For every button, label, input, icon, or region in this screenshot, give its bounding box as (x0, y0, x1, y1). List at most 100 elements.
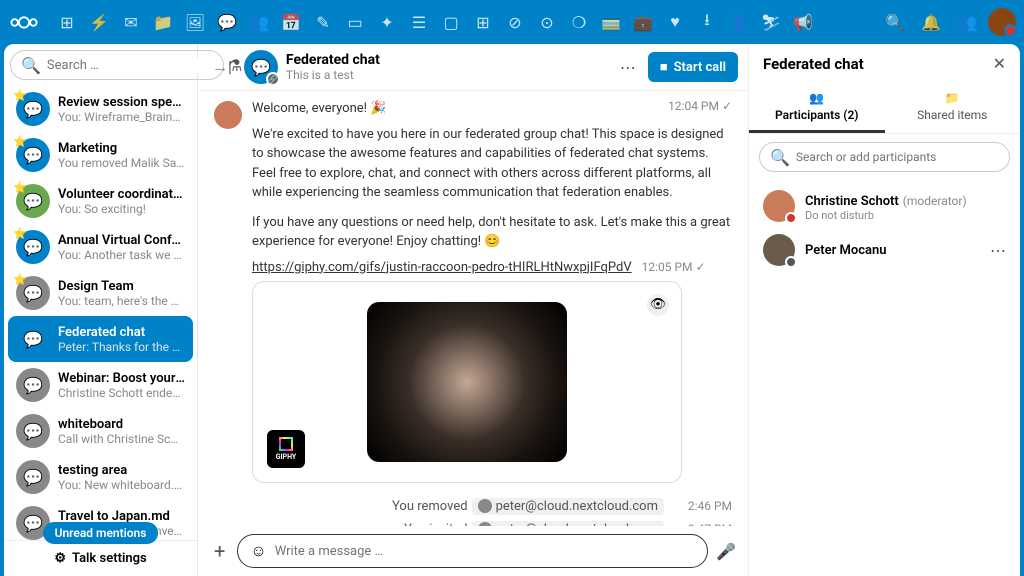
app-files-icon[interactable]: 📁 (148, 7, 178, 37)
message-time: 12:05 PM ✓ (642, 260, 706, 274)
tab-participants[interactable]: 👥 Participants (2) (749, 83, 885, 133)
gif-preview-card[interactable]: 👁 GIPHY (252, 281, 682, 483)
conversation-preview: You: Another task we should th… (58, 248, 185, 262)
message-time: 2:46 PM (672, 499, 732, 513)
conversation-avatar: 💬 (16, 368, 50, 402)
app-megaphone-icon[interactable]: 📢 (788, 7, 818, 37)
sidebar: 🔍 ⚗ 💬 ⭐💬Review session speechYou: Wirefr… (4, 44, 198, 576)
topbar: ⊞ ⚡ ✉ 📁 🖼 💬 👥 📅 ✎ ▭ ✦ ☰ ▢ ⊞ ⊘ ⊙ ❍ 🚃 💼 ♥ … (0, 0, 1024, 44)
talk-settings-button[interactable]: ⚙ Talk settings (4, 540, 197, 576)
emoji-icon[interactable]: ☺ (250, 541, 266, 561)
conversation-avatar: 💬 (16, 414, 50, 448)
chat-avatar: 💬🔗 (244, 50, 278, 84)
conversation-item[interactable]: ⭐💬MarketingYou removed Malik Santiago (8, 132, 193, 178)
app-dashboard-icon[interactable]: ⊞ (52, 7, 82, 37)
conversation-avatar: 💬 (16, 460, 50, 494)
app-deck-icon[interactable]: ▭ (340, 7, 370, 37)
app-announcement-icon[interactable]: ▢ (436, 7, 466, 37)
app-notes-icon[interactable]: ✎ (308, 7, 338, 37)
tab-shared-items[interactable]: 📁 Shared items (885, 83, 1021, 133)
giphy-badge: GIPHY (267, 430, 305, 468)
chat-area: →| 💬🔗 Federated chat This is a test ⋯ ■ … (198, 44, 748, 576)
conversation-preview: You removed Malik Santiago (58, 156, 185, 170)
start-call-button[interactable]: ■ Start call (648, 52, 738, 82)
app-logo[interactable] (8, 6, 40, 38)
participant-name: Christine Schott (805, 194, 899, 209)
folder-icon: 📁 (945, 91, 960, 105)
search-icon: 🔍 (770, 148, 790, 167)
participant-menu-icon[interactable]: ⋯ (990, 241, 1006, 260)
app-activity-icon[interactable]: ⚡ (84, 7, 114, 37)
app-tables-icon[interactable]: ⊞ (468, 7, 498, 37)
conversation-name: Volunteer coordination (58, 187, 185, 202)
mic-icon[interactable]: 🎤 (716, 542, 736, 561)
app-analytics-icon[interactable]: ⭳ (692, 7, 722, 37)
conversation-avatar: ⭐💬 (16, 138, 50, 172)
app-maps-icon[interactable]: ⊙ (532, 7, 562, 37)
user-chip: peter@cloud.nextcloud.com (472, 498, 664, 515)
conversation-item[interactable]: ⭐💬Review session speechYou: Wireframe_Br… (8, 86, 193, 132)
notifications-icon[interactable]: 🔔 (916, 7, 946, 37)
hide-preview-icon[interactable]: 👁 (647, 294, 669, 316)
system-message: You removed peter@cloud.nextcloud.com 2:… (214, 495, 732, 518)
contacts-menu-icon[interactable]: 👥 (952, 7, 982, 37)
participant-avatar (763, 190, 795, 222)
conversation-item[interactable]: 💬testing areaYou: New whiteboard.whitebo… (8, 454, 193, 500)
message-avatar (214, 101, 242, 129)
participant-search[interactable]: 🔍 (759, 142, 1010, 172)
conversation-item[interactable]: 💬Federated chatPeter: Thanks for the war… (8, 316, 193, 362)
video-icon: ■ (660, 59, 668, 75)
conversation-preview: You: team, here's the calendar … (58, 294, 185, 308)
app-help-icon[interactable]: ❍ (564, 7, 594, 37)
talk-settings-label: Talk settings (72, 551, 147, 566)
conversation-item[interactable]: ⭐💬Annual Virtual ConferenceYou: Another … (8, 224, 193, 270)
participant-avatar (763, 234, 795, 266)
app-contacts-icon[interactable]: 👥 (244, 7, 274, 37)
app-talk-icon[interactable]: 💬 (212, 7, 242, 37)
app-health-icon[interactable]: ♥ (660, 7, 690, 37)
user-avatar[interactable] (988, 8, 1016, 36)
start-call-label: Start call (674, 60, 726, 75)
app-users-icon[interactable]: 👤 (724, 7, 754, 37)
app-photos-icon[interactable]: 🖼 (180, 7, 210, 37)
filter-icon[interactable]: ⚗ (228, 52, 242, 78)
chat-menu-icon[interactable]: ⋯ (614, 54, 642, 81)
conversation-preview: Call with Christine Schott and … (58, 432, 185, 446)
conversation-item[interactable]: 💬Webinar: Boost your team's p…Christine … (8, 362, 193, 408)
message-link[interactable]: https://giphy.com/gifs/justin-raccoon-pe… (252, 260, 632, 275)
conversation-item[interactable]: ⭐💬Design TeamYou: team, here's the calen… (8, 270, 193, 316)
conversation-preview: You: New whiteboard.whiteboa… (58, 478, 185, 492)
app-sports-icon[interactable]: ⛷ (756, 7, 786, 37)
participant-row[interactable]: Christine Schott (moderator) Do not dist… (749, 184, 1020, 228)
conversation-item[interactable]: 💬whiteboardCall with Christine Schott an… (8, 408, 193, 454)
app-mail-icon[interactable]: ✉ (116, 7, 146, 37)
app-forms-icon[interactable]: ✦ (372, 7, 402, 37)
unread-mentions-pill[interactable]: Unread mentions (43, 522, 159, 544)
compose-box[interactable]: ☺ (237, 534, 708, 568)
search-icon: 🔍 (21, 56, 41, 75)
conversation-item[interactable]: ⭐💬Volunteer coordinationYou: So exciting… (8, 178, 193, 224)
attach-icon[interactable]: + (210, 539, 229, 563)
messages: Welcome, everyone! 🎉 12:04 PM ✓ We're ex… (198, 91, 748, 526)
conversation-avatar: 💬 (16, 322, 50, 356)
participant-row[interactable]: Peter Mocanu ⋯ (749, 228, 1020, 272)
conversation-search[interactable]: 🔍 (10, 50, 224, 80)
topbar-right: 🔍 🔔 👥 (880, 7, 1016, 37)
conversation-name: Review session speech (58, 95, 185, 110)
close-icon[interactable]: ✕ (993, 54, 1006, 73)
app-transport-icon[interactable]: 🚃 (596, 7, 626, 37)
app-work-icon[interactable]: 💼 (628, 7, 658, 37)
chat-subtitle: This is a test (286, 68, 606, 82)
app-calendar-icon[interactable]: 📅 (276, 7, 306, 37)
conversation-avatar: ⭐💬 (16, 230, 50, 264)
app-tasks-icon[interactable]: ☰ (404, 7, 434, 37)
app-link-icon[interactable]: ⊘ (500, 7, 530, 37)
conversation-avatar: ⭐💬 (16, 184, 50, 218)
conversation-list: ⭐💬Review session speechYou: Wireframe_Br… (4, 86, 197, 540)
search-input[interactable] (47, 58, 213, 73)
participant-search-input[interactable] (796, 150, 999, 164)
search-icon[interactable]: 🔍 (880, 7, 910, 37)
status-federated-icon (785, 256, 797, 268)
right-panel: Federated chat ✕ 👥 Participants (2) 📁 Sh… (748, 44, 1020, 576)
message-input[interactable] (275, 544, 695, 559)
